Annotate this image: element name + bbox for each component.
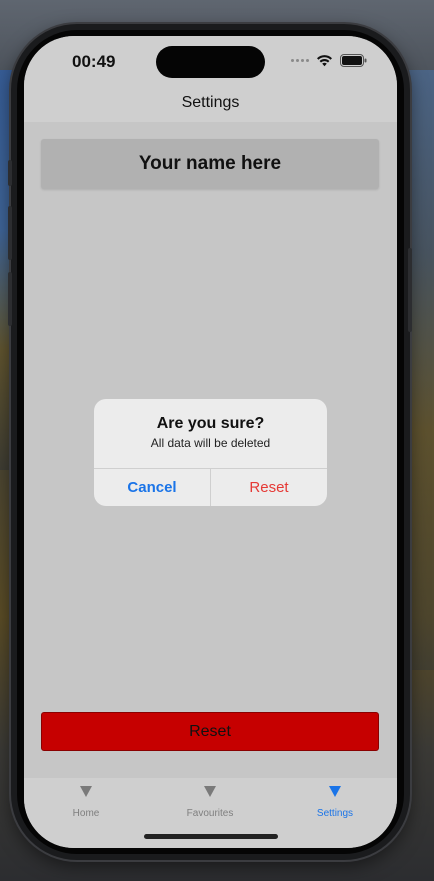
volume-up-button xyxy=(8,206,12,260)
tab-settings-label: Settings xyxy=(316,808,354,819)
reset-button[interactable]: Reset xyxy=(41,712,379,751)
alert-title: Are you sure? xyxy=(156,415,265,432)
tab-favourites[interactable]: Favourites xyxy=(170,786,250,819)
volume-down-button xyxy=(8,272,12,326)
tab-home[interactable]: Home xyxy=(46,786,126,819)
triangle-down-icon xyxy=(329,786,341,797)
confirm-alert-dialog: Are you sure? All data will be deleted C… xyxy=(94,399,327,506)
battery-icon xyxy=(340,54,367,67)
alert-reset-button[interactable]: Reset xyxy=(211,469,327,506)
status-time: 00:49 xyxy=(72,52,116,71)
background-right-strip xyxy=(406,70,434,670)
phone-screen: 00:49 Settings Your name here Reset Are … xyxy=(24,36,397,848)
tab-favourites-label: Favourites xyxy=(186,808,234,819)
triangle-down-icon xyxy=(80,786,92,797)
page-title: Settings xyxy=(181,94,240,111)
wifi-icon xyxy=(317,55,332,67)
home-indicator[interactable] xyxy=(144,834,278,839)
tab-home-label: Home xyxy=(72,808,100,819)
action-button xyxy=(8,160,12,186)
dynamic-island xyxy=(156,46,265,78)
status-icons xyxy=(291,54,367,67)
cellular-dots-icon xyxy=(291,59,309,62)
triangle-down-icon xyxy=(204,786,216,797)
name-field[interactable]: Your name here xyxy=(41,139,379,189)
power-button xyxy=(408,248,412,332)
tab-settings[interactable]: Settings xyxy=(295,786,375,819)
alert-cancel-button[interactable]: Cancel xyxy=(94,469,210,506)
navigation-bar: Settings xyxy=(24,88,397,122)
alert-message: All data will be deleted xyxy=(150,436,271,450)
